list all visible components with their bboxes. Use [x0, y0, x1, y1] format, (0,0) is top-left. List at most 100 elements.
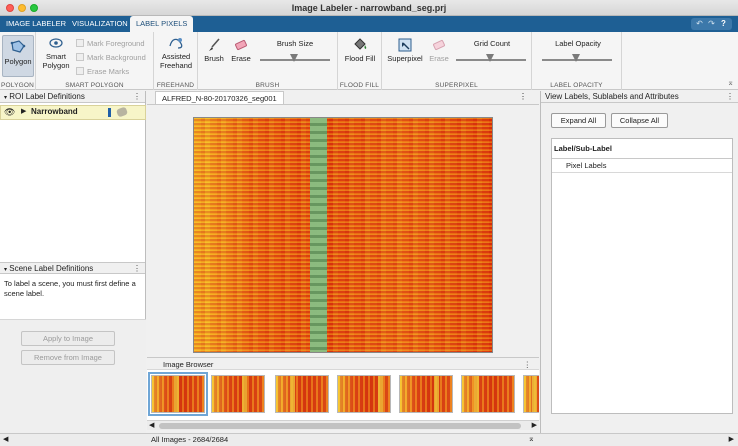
assisted-freehand-button[interactable]: Assisted Freehand [157, 36, 195, 78]
thumbnail[interactable] [461, 375, 515, 413]
expand-arrow-icon[interactable]: ▶ [21, 107, 26, 115]
narrowband-label-overlay[interactable] [310, 118, 327, 352]
thumbnail[interactable] [148, 372, 208, 416]
roi-panel-title: ROI Label Definitions [9, 92, 85, 101]
superpixel-button[interactable]: Superpixel [385, 38, 425, 74]
roi-label-color-swatch [108, 108, 111, 117]
scroll-right-icon[interactable]: ▶ [532, 421, 537, 429]
thumbnail[interactable] [211, 375, 265, 413]
tree-row[interactable]: Pixel Labels [552, 159, 732, 173]
superpixel-label: Superpixel [387, 54, 423, 63]
label-opacity-group: Label Opacity LABEL OPACITY [532, 32, 622, 90]
polygon-icon [10, 40, 26, 53]
scene-panel-menu-icon[interactable]: ⋮ [133, 263, 141, 275]
brush-size-slider[interactable] [260, 54, 330, 62]
polygon-button[interactable]: Polygon [2, 35, 34, 77]
mark-foreground-button[interactable]: Mark Foreground [76, 39, 145, 48]
brush-group: Brush Erase Brush Size BRUSH [198, 32, 338, 90]
redo-icon[interactable]: ↷ [706, 18, 717, 30]
spectrogram-image[interactable] [193, 117, 493, 353]
apply-to-image-button[interactable]: Apply to Image [21, 331, 115, 346]
collapse-icon[interactable]: ▾ [4, 95, 7, 101]
brush-button[interactable]: Brush [202, 38, 226, 74]
superpixel-eraser-icon [433, 39, 445, 51]
erase-button[interactable]: Erase [228, 38, 254, 74]
left-panel-scroll-left-icon[interactable]: ◀ [3, 435, 8, 443]
title-bar: Image Labeler - narrowband_seg.prj [0, 0, 738, 16]
thumbnail[interactable] [523, 375, 539, 413]
grid-count-slider[interactable] [456, 54, 526, 62]
eraser-icon [235, 39, 247, 51]
browser-menu-icon[interactable]: ⌅ [528, 434, 535, 443]
roi-panel-menu-icon[interactable]: ⋮ [133, 91, 141, 103]
superpixel-erase-button[interactable]: Erase [427, 38, 451, 74]
mark-background-button[interactable]: Mark Background [76, 53, 146, 62]
label-opacity-thumb[interactable] [572, 54, 580, 62]
thumbnail[interactable] [275, 375, 329, 413]
expand-all-button[interactable]: Expand All [551, 113, 606, 128]
roi-panel-header: ▾ ROI Label Definitions ⋮ [0, 91, 145, 103]
quick-access-toolbar: ↶ ↷ ? [691, 18, 732, 30]
remove-from-image-button[interactable]: Remove from Image [21, 350, 115, 365]
collapse-all-button[interactable]: Collapse All [611, 113, 668, 128]
tab-label-pixels[interactable]: LABEL PIXELS [130, 16, 194, 33]
label-opacity-group-title: LABEL OPACITY [550, 82, 603, 89]
flood-fill-button[interactable]: Flood Fill [341, 38, 379, 74]
tab-image-labeler[interactable]: IMAGE LABELER [0, 16, 72, 32]
thumbnail[interactable] [399, 375, 453, 413]
erase-marks-button[interactable]: Erase Marks [76, 67, 129, 76]
left-panel: ▾ ROI Label Definitions ⋮ 👁 ▶ Narrowband… [0, 91, 146, 433]
superpixel-group: Superpixel Erase Grid Count SUPERPIXEL [382, 32, 532, 90]
labels-tree-table: Label/Sub-Label Pixel Labels [551, 138, 733, 414]
document-menu-icon[interactable]: ⋮ [519, 92, 527, 101]
status-bar: ◀ All Images - 2684/2684 ⌅ ▶ [0, 433, 738, 446]
polygon-label: Polygon [4, 57, 32, 66]
help-icon[interactable]: ? [718, 18, 729, 30]
right-panel-scroll-right-icon[interactable]: ▶ [729, 435, 734, 443]
superpixel-group-title: SUPERPIXEL [435, 82, 478, 89]
scroll-left-icon[interactable]: ◀ [149, 421, 154, 429]
paint-bucket-icon [354, 38, 367, 50]
assisted-freehand-icon [169, 38, 183, 49]
freehand-group-title: FREEHAND [156, 82, 195, 89]
attributes-panel-header: View Labels, Sublabels and Attributes ⋮ [541, 91, 738, 103]
filmstrip-scroll-thumb[interactable] [159, 423, 521, 429]
image-browser-title: Image Browser [163, 360, 214, 369]
grid-count-thumb[interactable] [486, 54, 494, 62]
brush-size-thumb[interactable] [290, 54, 298, 62]
filmstrip-scrollbar[interactable]: ◀ ▶ [147, 420, 539, 430]
thumbnail-band [174, 376, 179, 412]
tab-visualization[interactable]: VISUALIZATION [66, 16, 134, 32]
erase-label: Erase [231, 54, 251, 63]
attributes-panel-title: View Labels, Sublabels and Attributes [545, 92, 679, 101]
smart-polygon-icon [49, 38, 63, 48]
document-tab[interactable]: ALFRED_N-80-20170326_seg001 [155, 91, 284, 104]
thumbnail[interactable] [337, 375, 391, 413]
attributes-panel-menu-icon[interactable]: ⋮ [726, 91, 734, 103]
image-canvas[interactable] [147, 104, 539, 356]
attributes-panel: View Labels, Sublabels and Attributes ⋮ … [540, 91, 738, 433]
thumbnail-band [532, 376, 537, 412]
mark-foreground-icon [76, 39, 84, 47]
eye-icon[interactable]: 👁 [4, 107, 15, 118]
scene-panel-header: ▾ Scene Label Definitions ⋮ [0, 262, 145, 274]
mark-background-icon [76, 53, 84, 61]
collapse-ribbon-icon[interactable]: ⌅ [727, 78, 734, 87]
flood-fill-label: Flood Fill [344, 54, 376, 63]
label-opacity-slider[interactable] [542, 54, 612, 62]
thumbnail-band [290, 376, 295, 412]
flood-fill-group-title: FLOOD FILL [339, 82, 380, 89]
polygon-group: Polygon POLYGON [0, 32, 36, 90]
roi-label-name: Narrowband [31, 107, 78, 116]
tree-column-header: Label/Sub-Label [552, 139, 732, 159]
scene-collapse-icon[interactable]: ▾ [4, 267, 7, 273]
smart-polygon-button[interactable]: Smart Polygon [39, 36, 73, 78]
polygon-group-title: POLYGON [0, 82, 35, 89]
image-display-panel: ALFRED_N-80-20170326_seg001 ⋮ Image Brow… [147, 91, 539, 433]
roi-label-row[interactable]: 👁 ▶ Narrowband [0, 105, 146, 120]
label-opacity-label: Label Opacity [555, 39, 601, 48]
thumbnail-band [242, 376, 247, 412]
thumbnail-band [474, 376, 479, 412]
undo-icon[interactable]: ↶ [694, 18, 705, 30]
brush-group-title: BRUSH [255, 82, 280, 89]
